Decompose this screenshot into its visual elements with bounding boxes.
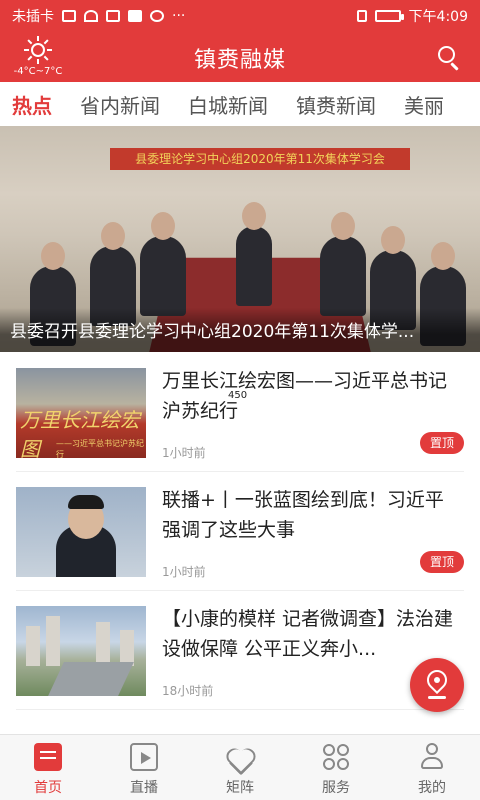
nav-label: 首页 bbox=[34, 780, 62, 796]
news-title: 【小康的模样 记者微调查】法治建设做保障 公平正义奔小... bbox=[162, 608, 454, 660]
wifi-icon bbox=[84, 10, 98, 22]
tab-hot[interactable]: 热点 bbox=[12, 90, 52, 119]
pinned-badge: 置顶 bbox=[420, 551, 464, 573]
search-icon[interactable] bbox=[436, 44, 462, 71]
tab-baicheng-news[interactable]: 白城新闻 bbox=[188, 90, 268, 119]
tab-zhenlai-news[interactable]: 镇赉新闻 bbox=[296, 90, 376, 119]
news-time: 1小时前 bbox=[162, 565, 206, 579]
location-pin-icon[interactable] bbox=[410, 658, 464, 712]
user-icon bbox=[418, 743, 446, 771]
nav-label: 直播 bbox=[130, 780, 158, 796]
nav-service[interactable]: 服务 bbox=[288, 735, 384, 800]
bottom-nav: 首页 直播 矩阵 服务 我的 bbox=[0, 734, 480, 800]
tab-meili[interactable]: 美丽 bbox=[404, 90, 444, 119]
vibrate-icon bbox=[356, 10, 367, 22]
nav-label: 矩阵 bbox=[226, 780, 254, 796]
nav-label: 我的 bbox=[418, 780, 446, 796]
app-title: 镇赉融媒 bbox=[193, 48, 286, 73]
carrier-text: 未插卡 bbox=[12, 9, 54, 25]
hero-caption: 县委召开县委理论学习中心组2020年第11次集体学... bbox=[10, 322, 415, 342]
news-time: 1小时前 bbox=[162, 446, 206, 460]
nav-profile[interactable]: 我的 bbox=[384, 735, 480, 800]
tab-province-news[interactable]: 省内新闻 bbox=[80, 90, 160, 119]
nav-live[interactable]: 直播 bbox=[96, 735, 192, 800]
pinned-badge: 置顶 bbox=[420, 432, 464, 454]
nav-label: 服务 bbox=[322, 780, 350, 796]
heart-icon bbox=[226, 743, 254, 771]
news-thumbnail bbox=[16, 487, 146, 577]
news-thumbnail bbox=[16, 606, 146, 696]
news-time: 18小时前 bbox=[162, 684, 214, 698]
news-item[interactable]: 联播+丨一张蓝图绘到底！习近平强调了这些大事 1小时前 置顶 bbox=[16, 473, 464, 591]
category-tabs: 热点 省内新闻 白城新闻 镇赉新闻 美丽 bbox=[0, 82, 480, 126]
sim-icon bbox=[62, 10, 76, 22]
chat-icon bbox=[150, 10, 164, 22]
grid-icon bbox=[322, 743, 350, 771]
news-title: 万里长江绘宏图——习近平总书记沪苏纪行 bbox=[162, 370, 448, 422]
status-bar: 未插卡 ··· 下午4:09 bbox=[0, 0, 480, 32]
news-thumbnail: 万里长江绘宏图 ——习近平总书记沪苏纪行 bbox=[16, 368, 146, 458]
nav-home[interactable]: 首页 bbox=[0, 735, 96, 800]
news-item[interactable]: 万里长江绘宏图 ——习近平总书记沪苏纪行 万里长江绘宏图——习近平总书记沪苏纪行… bbox=[16, 354, 464, 472]
news-title: 联播+丨一张蓝图绘到底！习近平强调了这些大事 bbox=[162, 489, 444, 541]
app-notification-icon bbox=[128, 10, 142, 22]
live-video-icon bbox=[130, 743, 158, 771]
app-header: -4°C~7°C 镇赉融媒 bbox=[0, 32, 480, 82]
nav-matrix[interactable]: 矩阵 bbox=[192, 735, 288, 800]
view-count: 450 bbox=[228, 390, 248, 401]
battery-icon bbox=[374, 10, 404, 22]
hero-image-banner: 县委理论学习中心组2020年第11次集体学习会 bbox=[110, 148, 410, 170]
more-notifications-text: ··· bbox=[172, 8, 186, 24]
news-item[interactable]: 【小康的模样 记者微调查】法治建设做保障 公平正义奔小... 18小时前 bbox=[16, 592, 464, 710]
clock-text: 下午4:09 bbox=[408, 9, 468, 25]
hero-banner[interactable]: 县委理论学习中心组2020年第11次集体学习会 县委召开县委理论学习中心组202… bbox=[0, 126, 480, 352]
download-icon bbox=[106, 10, 120, 22]
home-icon bbox=[34, 743, 62, 771]
